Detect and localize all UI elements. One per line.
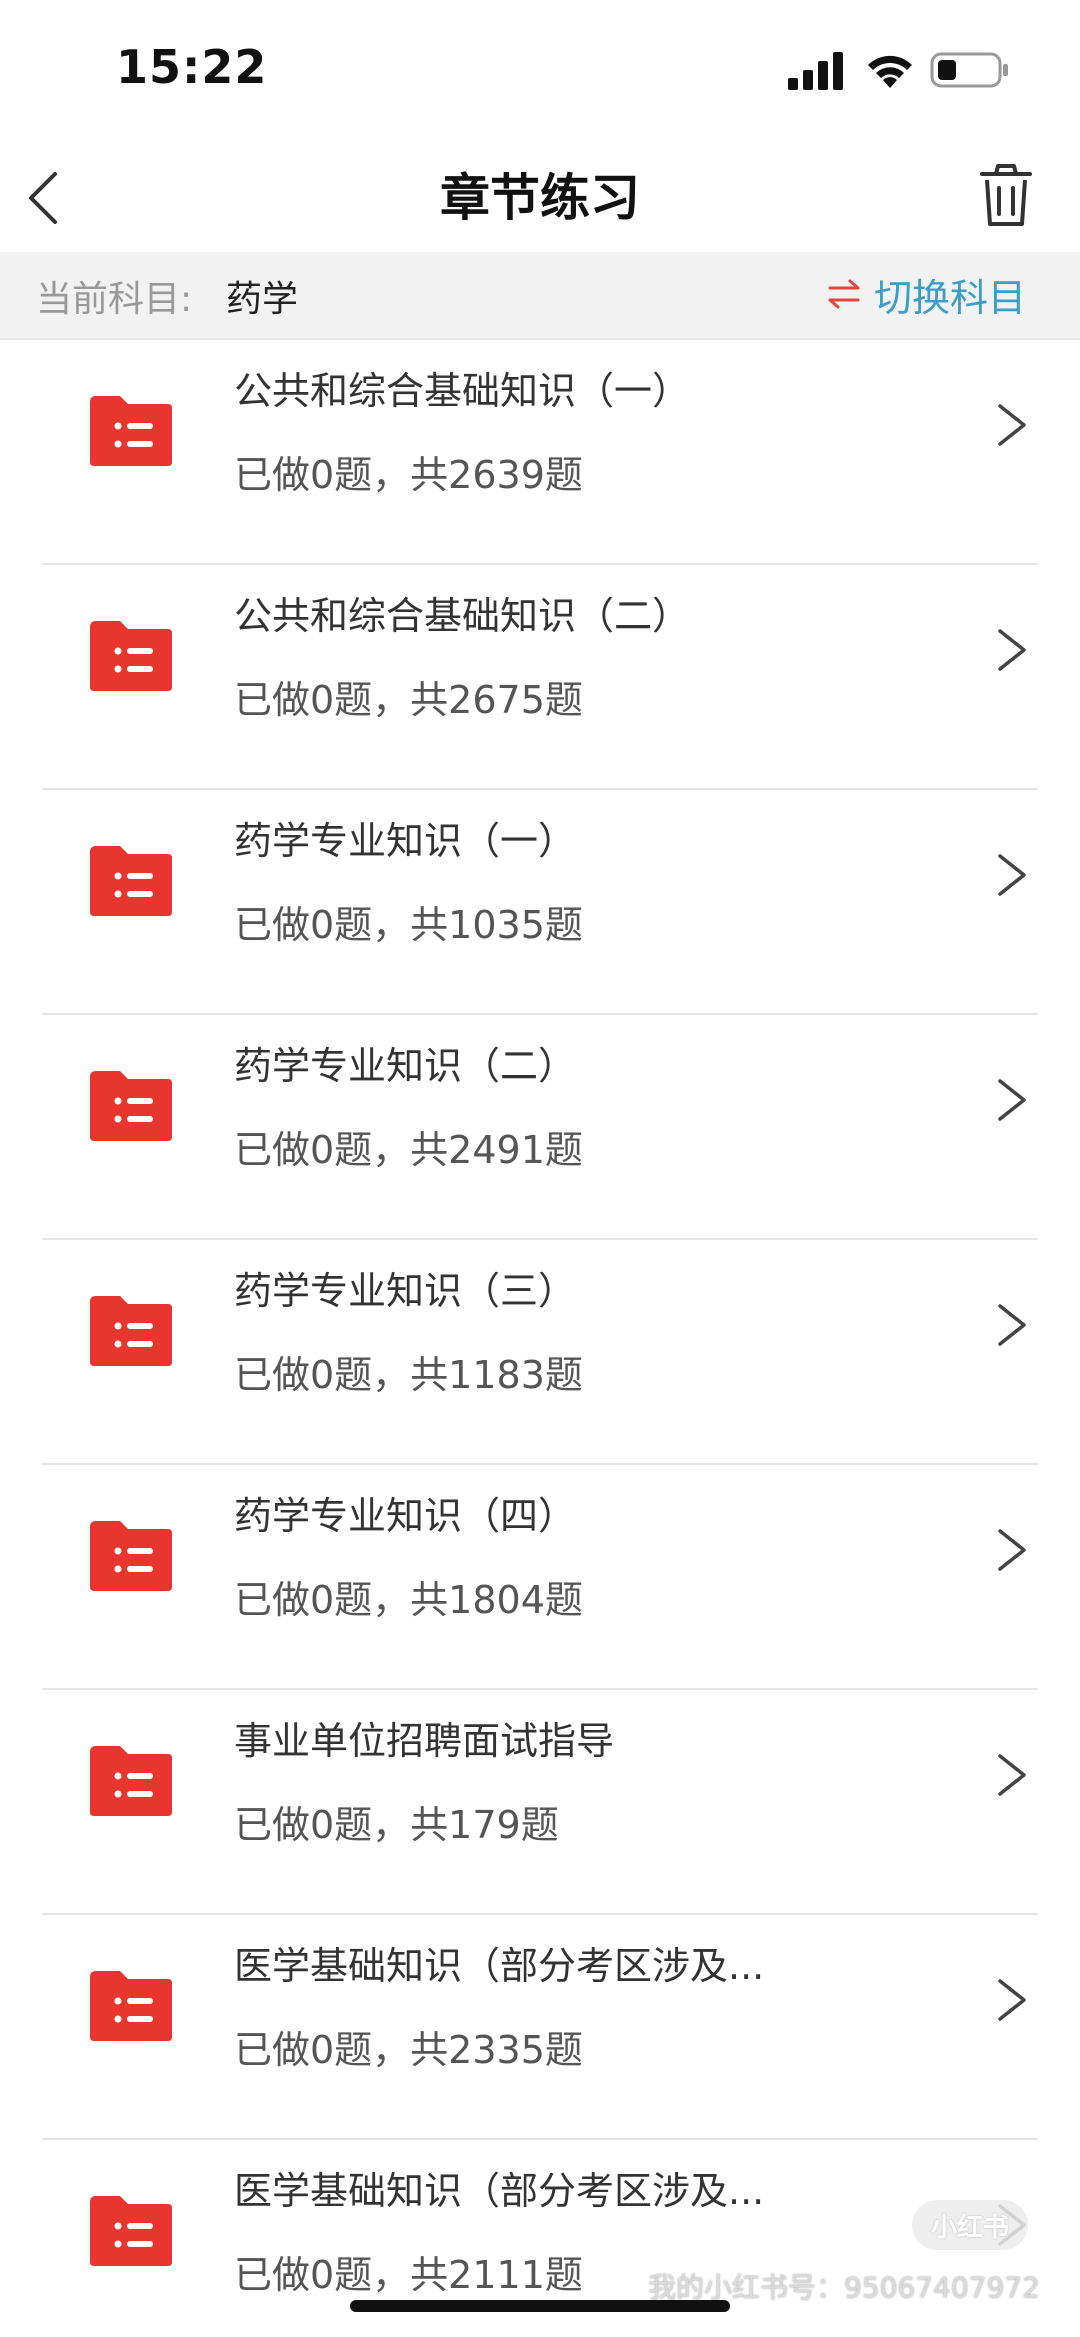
chapter-item[interactable]: 药学专业知识（二） 已做0题，共2491题 (0, 1015, 1080, 1240)
folder-list-icon (90, 1296, 172, 1366)
chapter-title: 事业单位招聘面试指导 (234, 1719, 615, 1763)
folder-list-icon (90, 1521, 172, 1591)
chapter-item[interactable]: 药学专业知识（四） 已做0题，共1804题 (0, 1465, 1080, 1690)
chapter-title: 药学专业知识（二） (234, 1044, 577, 1088)
folder-list-icon (90, 621, 172, 691)
chapter-title: 医学基础知识（部分考区涉及... (234, 1944, 765, 1988)
chevron-right-icon (998, 629, 1026, 671)
chapter-progress: 已做0题，共2675题 (234, 678, 583, 722)
folder-list-icon (90, 2196, 172, 2266)
chapter-progress: 已做0题，共1183题 (234, 1353, 583, 1397)
chapter-progress: 已做0题，共2335题 (234, 2028, 583, 2072)
app-screen: 15:22 章节练习 当前科目: 药学 切换科目 公共和综合基础知识（一） 已做… (0, 0, 1080, 2337)
chapter-progress: 已做0题，共2491题 (234, 1128, 583, 1172)
trash-icon[interactable] (976, 162, 1036, 228)
chevron-right-icon (998, 1304, 1026, 1346)
chapter-progress: 已做0题，共1804题 (234, 1578, 583, 1622)
chapter-list: 公共和综合基础知识（一） 已做0题，共2639题 公共和综合基础知识（二） 已做… (0, 340, 1080, 2337)
switch-subject-label: 切换科目 (873, 275, 1026, 320)
current-subject-bar: 当前科目: 药学 切换科目 (0, 252, 1080, 340)
chapter-item[interactable]: 公共和综合基础知识（一） 已做0题，共2639题 (0, 340, 1080, 565)
chevron-right-icon (998, 404, 1026, 446)
chapter-title: 公共和综合基础知识（一） (234, 369, 691, 413)
chapter-progress: 已做0题，共2111题 (234, 2253, 583, 2297)
folder-list-icon (90, 1971, 172, 2041)
chapter-title: 药学专业知识（三） (234, 1269, 577, 1313)
chapter-progress: 已做0题，共1035题 (234, 903, 583, 947)
switch-subject-button[interactable]: 切换科目 (828, 266, 1026, 322)
status-time: 15:22 (116, 40, 268, 94)
chapter-title: 药学专业知识（四） (234, 1494, 577, 1538)
chevron-right-icon (998, 1079, 1026, 1121)
wifi-icon (868, 55, 912, 88)
chapter-title: 公共和综合基础知识（二） (234, 594, 691, 638)
chapter-title: 药学专业知识（一） (234, 819, 577, 863)
chapter-item[interactable]: 事业单位招聘面试指导 已做0题，共179题 (0, 1690, 1080, 1915)
chevron-right-icon (998, 1979, 1026, 2021)
folder-list-icon (90, 846, 172, 916)
swap-arrows-icon (828, 279, 860, 309)
chevron-right-icon (998, 854, 1026, 896)
current-subject-label: 当前科目: (36, 279, 193, 320)
page-title: 章节练习 (440, 169, 640, 227)
chapter-item[interactable]: 医学基础知识（部分考区涉及... 已做0题，共2335题 (0, 1915, 1080, 2140)
chapter-item[interactable]: 公共和综合基础知识（二） 已做0题，共2675题 (0, 565, 1080, 790)
battery-icon (930, 52, 1008, 88)
status-bar: 15:22 (0, 0, 1080, 140)
folder-list-icon (90, 1746, 172, 1816)
chevron-right-icon (998, 1529, 1026, 1571)
chapter-progress: 已做0题，共2639题 (234, 453, 583, 497)
chapter-progress: 已做0题，共179题 (234, 1803, 559, 1847)
chapter-item[interactable]: 药学专业知识（一） 已做0题，共1035题 (0, 790, 1080, 1015)
home-indicator[interactable] (350, 2300, 730, 2312)
watermark-badge: 小红书 (912, 2200, 1028, 2250)
navigation-bar: 章节练习 (0, 140, 1080, 252)
chevron-right-icon (998, 1754, 1026, 1796)
folder-list-icon (90, 1071, 172, 1141)
cellular-signal-icon (788, 52, 843, 90)
chapter-item[interactable]: 药学专业知识（三） 已做0题，共1183题 (0, 1240, 1080, 1465)
folder-list-icon (90, 396, 172, 466)
chapter-title: 医学基础知识（部分考区涉及... (234, 2169, 765, 2213)
current-subject-value: 药学 (226, 279, 299, 320)
